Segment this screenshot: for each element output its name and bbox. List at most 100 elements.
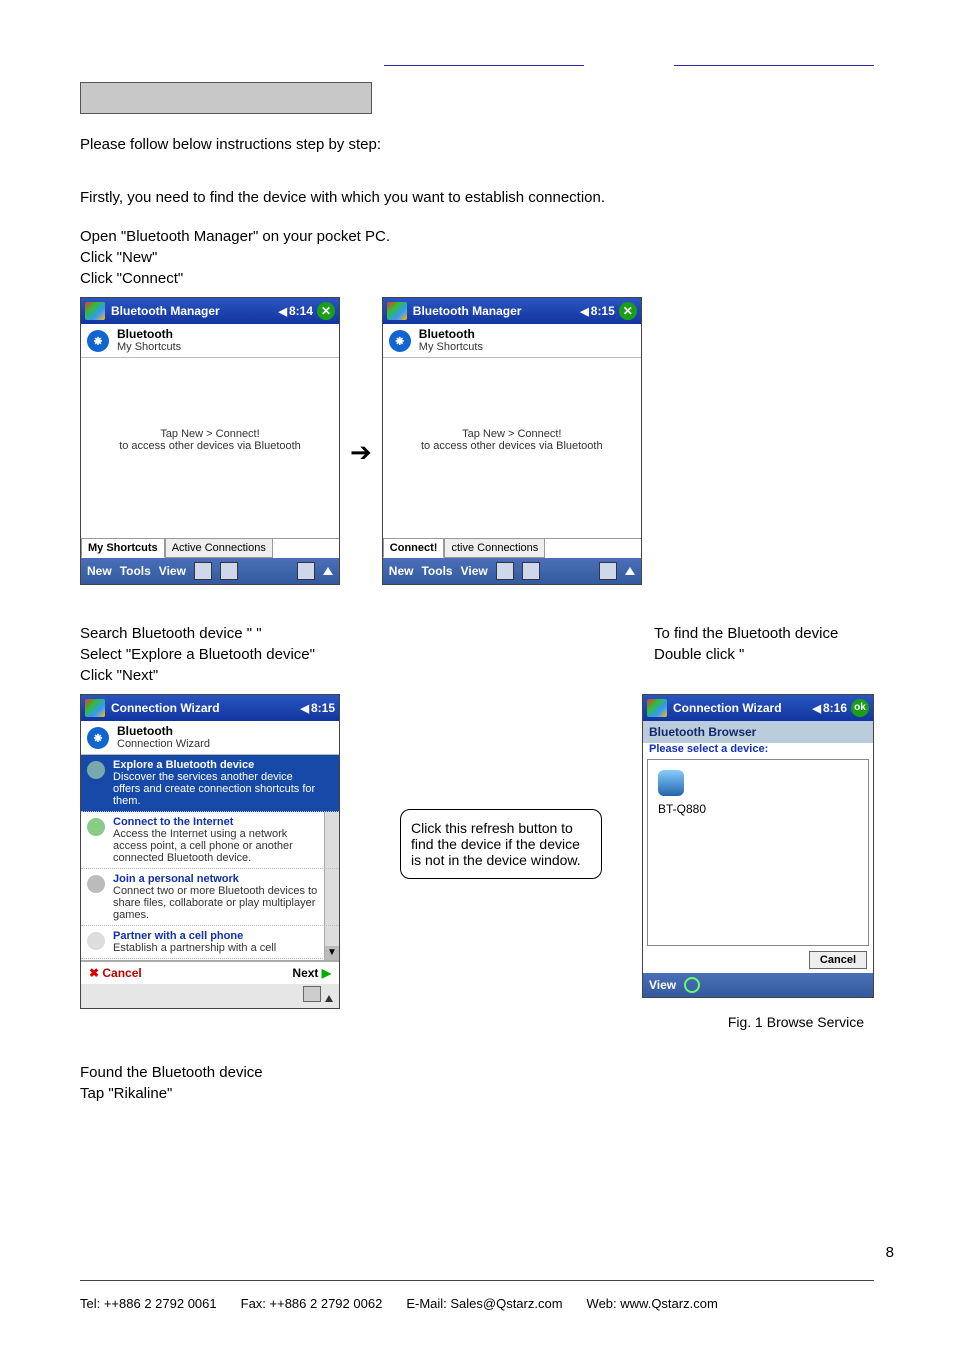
close-icon[interactable]: ✕ [619,302,637,320]
network-icon [87,875,105,893]
empty-gray-field [80,82,372,114]
menu-new[interactable]: New [87,564,112,578]
clock: 8:16 [823,701,847,715]
page-number: 8 [886,1244,894,1261]
window-title: Bluetooth Manager [413,304,522,318]
close-icon[interactable]: ✕ [317,302,335,320]
subheader-title: Bluetooth [419,328,483,341]
up-arrow-icon[interactable] [625,567,635,575]
clock: 8:15 [591,304,615,318]
toolbar-icon-2[interactable] [220,562,238,580]
screenshot-bt-manager-1: Bluetooth Manager ◀ 8:14 ✕ ⁕ Bluetooth M… [80,297,340,585]
windows-flag-icon [647,699,667,717]
window-title: Bluetooth Manager [111,304,220,318]
cancel-button[interactable]: Cancel [809,951,867,969]
wizard-item-title: Connect to the Internet [113,816,321,828]
ok-button[interactable]: ok [851,699,869,717]
intro-1: Please follow below instructions step by… [80,136,874,153]
step-open: Open "Bluetooth Manager" on your pocket … [80,228,874,245]
globe-icon [87,818,105,836]
wizard-item-explore[interactable]: Explore a Bluetooth device Discover the … [81,755,339,812]
wizard-item-desc: Establish a partnership with a cell [113,942,321,954]
footer-email: E-Mail: Sales@Qstarz.com [406,1296,562,1311]
subheader-sub: My Shortcuts [117,341,181,353]
volume-icon: ◀ [279,305,287,318]
clock: 8:14 [289,304,313,318]
menu-view[interactable]: View [461,564,488,578]
subheader-sub: My Shortcuts [419,341,483,353]
up-arrow-icon[interactable] [323,567,333,575]
footer-tel: Tel: ++886 2 2792 0061 [80,1296,217,1311]
browser-header: Bluetooth Browser [643,721,873,743]
bluetooth-icon: ⁕ [87,727,109,749]
footer-divider [80,1280,874,1281]
toolbar-icon-2[interactable] [522,562,540,580]
figure-caption: Fig. 1 Browse Service [728,1014,864,1030]
step-connect: Click "Connect" [80,270,874,287]
body-hint-text: Tap New > Connect! to access other devic… [383,358,641,538]
menu-view[interactable]: View [159,564,186,578]
popup-connect[interactable]: Connect! [383,538,445,558]
volume-icon: ◀ [301,702,309,715]
footer-fax: Fax: ++886 2 2792 0062 [241,1296,383,1311]
wizard-item-desc: Connect two or more Bluetooth devices to… [113,885,321,921]
footer-web: Web: www.Qstarz.com [587,1296,718,1311]
screenshot-connection-wizard: Connection Wizard ◀ 8:15 ⁕ Bluetooth Con… [80,694,340,1009]
tab-active-connections[interactable]: Active Connections [165,538,273,558]
subheader-title: Bluetooth [117,328,181,341]
volume-icon: ◀ [813,702,821,715]
window-title: Connection Wizard [673,701,782,715]
keyboard-icon[interactable] [303,986,321,1002]
wizard-item-internet[interactable]: Connect to the Internet Access the Inter… [81,812,339,869]
up-arrow-icon[interactable] [325,995,333,1002]
browser-subheader: Please select a device: [643,743,873,759]
step-new: Click "New" [80,249,874,266]
keyboard-icon[interactable] [599,562,617,580]
tab-active-connections[interactable]: ctive Connections [444,538,545,558]
find-line-1: To find the Bluetooth device [654,625,874,642]
toolbar-icon-1[interactable] [496,562,514,580]
windows-flag-icon [85,699,105,717]
wizard-item-title: Partner with a cell phone [113,930,321,942]
next-button[interactable]: Next ▶ [292,966,331,980]
volume-icon: ◀ [580,305,588,318]
device-icon[interactable] [658,770,684,796]
screenshot-bluetooth-browser: Connection Wizard ◀ 8:16 ok Bluetooth Br… [642,694,874,998]
wizard-item-title: Join a personal network [113,873,321,885]
wizard-item-title: Explore a Bluetooth device [113,759,321,771]
windows-flag-icon [85,302,105,320]
search-line-2: Select "Explore a Bluetooth device" [80,646,315,663]
wizard-item-personal-network[interactable]: Join a personal network Connect two or m… [81,869,339,926]
subheader-title: Bluetooth [117,725,210,738]
cancel-button[interactable]: ✖ Cancel [89,966,142,980]
bluetooth-icon: ⁕ [389,330,411,352]
screenshot-bt-manager-2: Bluetooth Manager ◀ 8:15 ✕ ⁕ Bluetooth M… [382,297,642,585]
search-line-1: Search Bluetooth device " " [80,625,315,642]
keyboard-icon[interactable] [297,562,315,580]
toolbar-icon-1[interactable] [194,562,212,580]
windows-flag-icon [387,302,407,320]
callout-refresh-hint: Click this refresh button to find the de… [400,809,602,879]
search-device-icon [87,761,105,779]
wizard-item-desc: Discover the services another device off… [113,771,321,807]
wizard-item-desc: Access the Internet using a network acce… [113,828,321,864]
flow-arrow-icon: ➔ [350,437,372,468]
find-line-2: Double click " [654,646,874,663]
bluetooth-icon: ⁕ [87,330,109,352]
search-line-3: Click "Next" [80,667,315,684]
clock: 8:15 [311,701,335,715]
menu-tools[interactable]: Tools [120,564,151,578]
found-line-2: Tap "Rikaline" [80,1085,874,1102]
found-line-1: Found the Bluetooth device [80,1064,874,1081]
menu-view[interactable]: View [649,978,676,992]
device-name[interactable]: BT-Q880 [658,802,858,816]
body-hint-text: Tap New > Connect! to access other devic… [81,358,339,538]
menu-tools[interactable]: Tools [421,564,452,578]
intro-2: Firstly, you need to find the device wit… [80,189,874,206]
tab-my-shortcuts[interactable]: My Shortcuts [81,538,165,558]
subheader-sub: Connection Wizard [117,738,210,750]
phone-icon [87,932,105,950]
menu-new[interactable]: New [389,564,414,578]
wizard-item-partner-phone[interactable]: Partner with a cell phone Establish a pa… [81,926,339,959]
refresh-icon[interactable] [684,977,700,993]
